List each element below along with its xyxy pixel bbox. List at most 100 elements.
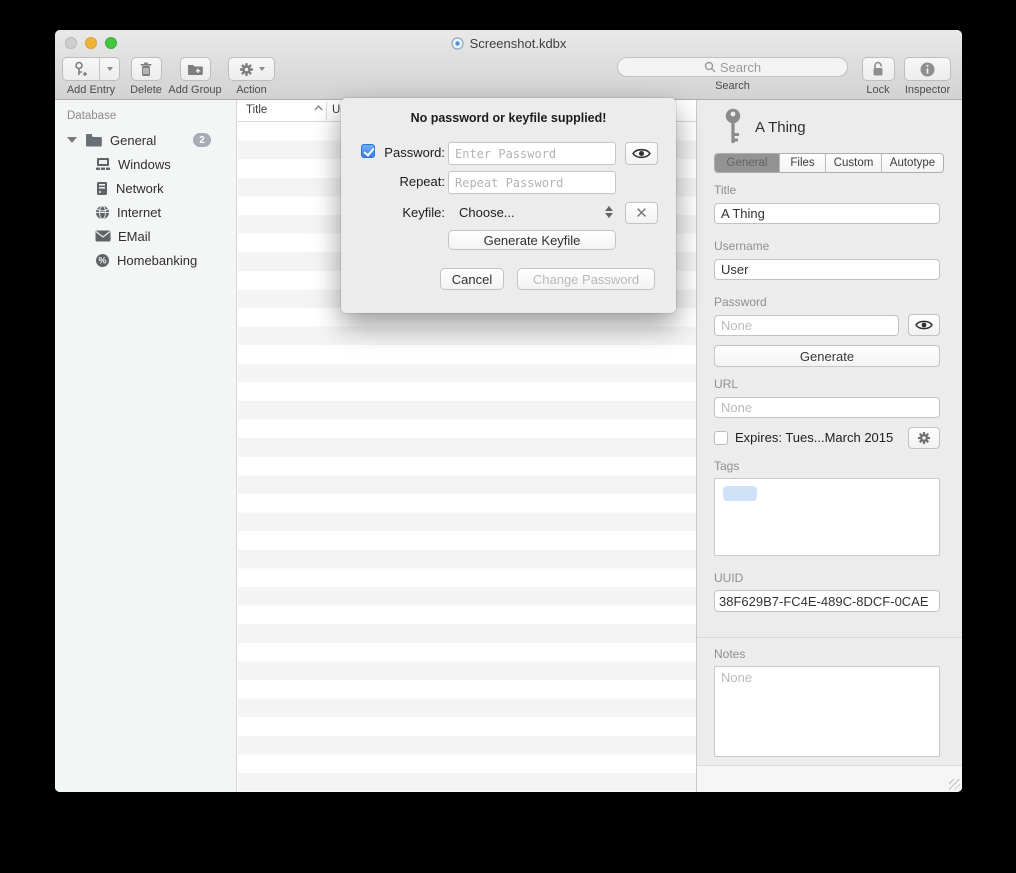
window-title-area: Screenshot.kdbx: [55, 36, 962, 51]
search-label: Search: [715, 80, 750, 92]
clear-keyfile-button[interactable]: ✕: [625, 202, 658, 224]
delete-button[interactable]: [131, 57, 162, 81]
eye-icon: [915, 319, 933, 331]
reveal-password-button[interactable]: [908, 314, 940, 336]
add-entry-label: Add Entry: [67, 84, 115, 96]
tag-token[interactable]: [723, 486, 757, 501]
sidebar-item-email[interactable]: EMail: [55, 224, 236, 248]
url-field-label: URL: [714, 377, 738, 391]
lock-button[interactable]: [862, 57, 895, 81]
title-field-label: Title: [714, 183, 736, 197]
keyfile-popup[interactable]: Choose...: [459, 205, 515, 220]
change-password-button[interactable]: Change Password: [517, 268, 655, 290]
sidebar-item-network[interactable]: Network: [55, 176, 236, 200]
action-chevron-icon: [259, 67, 265, 71]
trash-icon: [139, 62, 153, 77]
dialog-password-label: Password:: [361, 145, 445, 160]
sort-ascending-icon: [314, 105, 323, 111]
info-icon: [920, 62, 935, 77]
password-field[interactable]: [714, 315, 899, 336]
resize-grip[interactable]: [949, 779, 960, 790]
toolbar-add-group: Add Group: [165, 57, 225, 96]
add-group-label: Add Group: [168, 84, 221, 96]
gear-icon: [239, 62, 254, 77]
disclosure-triangle-icon[interactable]: [67, 137, 77, 143]
add-entry-dropdown[interactable]: [100, 58, 119, 80]
notes-divider: [697, 637, 962, 638]
search-input[interactable]: Search: [617, 57, 848, 77]
tags-field-label: Tags: [714, 459, 739, 473]
generate-password-button[interactable]: Generate: [714, 345, 940, 367]
column-divider[interactable]: [326, 102, 327, 120]
dialog-password-input[interactable]: [448, 142, 616, 165]
username-field[interactable]: [714, 259, 940, 280]
tab-files[interactable]: Files: [780, 154, 826, 172]
notes-field[interactable]: [714, 666, 940, 757]
toolbar-lock: Lock: [858, 57, 898, 96]
sidebar-item-internet[interactable]: Internet: [55, 200, 236, 224]
column-header-title[interactable]: Title: [246, 104, 267, 116]
entry-count-badge: 2: [193, 133, 211, 147]
cancel-button[interactable]: Cancel: [440, 268, 504, 290]
dialog-reveal-password-button[interactable]: [625, 142, 658, 165]
eye-icon: [632, 147, 651, 160]
sidebar-item-label: Network: [116, 181, 164, 196]
password-field-label: Password: [714, 295, 767, 309]
lock-label: Lock: [866, 84, 889, 96]
search-icon: [704, 61, 716, 73]
sidebar-item-label: Windows: [118, 157, 171, 172]
generate-keyfile-button[interactable]: Generate Keyfile: [448, 230, 616, 250]
folder-icon: [85, 133, 102, 147]
toolbar-delete: Delete: [124, 57, 168, 96]
app-window: Screenshot.kdbx Add Entry: [55, 30, 962, 792]
inspector-tabs: General Files Custom Autotype: [714, 153, 944, 173]
dialog-warning-message: No password or keyfile supplied!: [341, 111, 676, 125]
entry-key-icon: [723, 108, 743, 146]
search-placeholder: Search: [720, 60, 761, 75]
sidebar: Database General 2 Windows: [55, 100, 237, 792]
sidebar-item-windows[interactable]: Windows: [55, 152, 236, 176]
toolbar-action: Action: [228, 57, 275, 96]
uuid-field-label: UUID: [714, 571, 743, 585]
notes-field-label: Notes: [714, 647, 745, 661]
svg-text:%: %: [98, 255, 106, 265]
tab-general[interactable]: General: [715, 154, 780, 172]
title-field[interactable]: [714, 203, 940, 224]
titlebar-toolbar: Screenshot.kdbx Add Entry: [55, 30, 962, 100]
windows-group-icon: [95, 157, 111, 171]
sidebar-item-label: General: [110, 133, 156, 148]
sidebar-item-general[interactable]: General 2: [55, 128, 236, 152]
internet-group-icon: [95, 205, 110, 220]
tab-custom[interactable]: Custom: [826, 154, 882, 172]
sidebar-item-label: EMail: [118, 229, 151, 244]
unlock-icon: [871, 61, 885, 77]
tab-autotype[interactable]: Autotype: [882, 154, 943, 172]
uuid-field[interactable]: [714, 590, 940, 612]
sidebar-item-label: Internet: [117, 205, 161, 220]
add-group-button[interactable]: [180, 57, 211, 81]
username-field-label: Username: [714, 239, 769, 253]
action-label: Action: [236, 84, 267, 96]
tags-box[interactable]: [714, 478, 940, 556]
expires-row: Expires: Tues...March 2015: [714, 430, 893, 445]
toolbar-add-entry: Add Entry: [62, 57, 120, 96]
add-entry-button[interactable]: [62, 57, 120, 81]
expires-checkbox[interactable]: [714, 431, 728, 445]
inspector-label: Inspector: [905, 84, 950, 96]
inspector-button[interactable]: [904, 57, 951, 81]
sidebar-item-homebanking[interactable]: % Homebanking: [55, 248, 236, 272]
expires-settings-button[interactable]: [908, 427, 940, 449]
keyfile-popup-stepper[interactable]: [605, 206, 613, 218]
dialog-repeat-label: Repeat:: [361, 174, 445, 189]
expires-label: Expires: Tues...March 2015: [735, 430, 893, 445]
delete-label: Delete: [130, 84, 162, 96]
sidebar-item-label: Homebanking: [117, 253, 197, 268]
dialog-repeat-input[interactable]: [448, 171, 616, 194]
close-x-icon: ✕: [635, 206, 648, 221]
action-button[interactable]: [228, 57, 275, 81]
dialog-keyfile-label: Keyfile:: [361, 205, 445, 220]
url-field[interactable]: [714, 397, 940, 418]
email-group-icon: [95, 230, 111, 242]
key-plus-icon: [73, 61, 89, 77]
homebanking-group-icon: %: [95, 253, 110, 268]
